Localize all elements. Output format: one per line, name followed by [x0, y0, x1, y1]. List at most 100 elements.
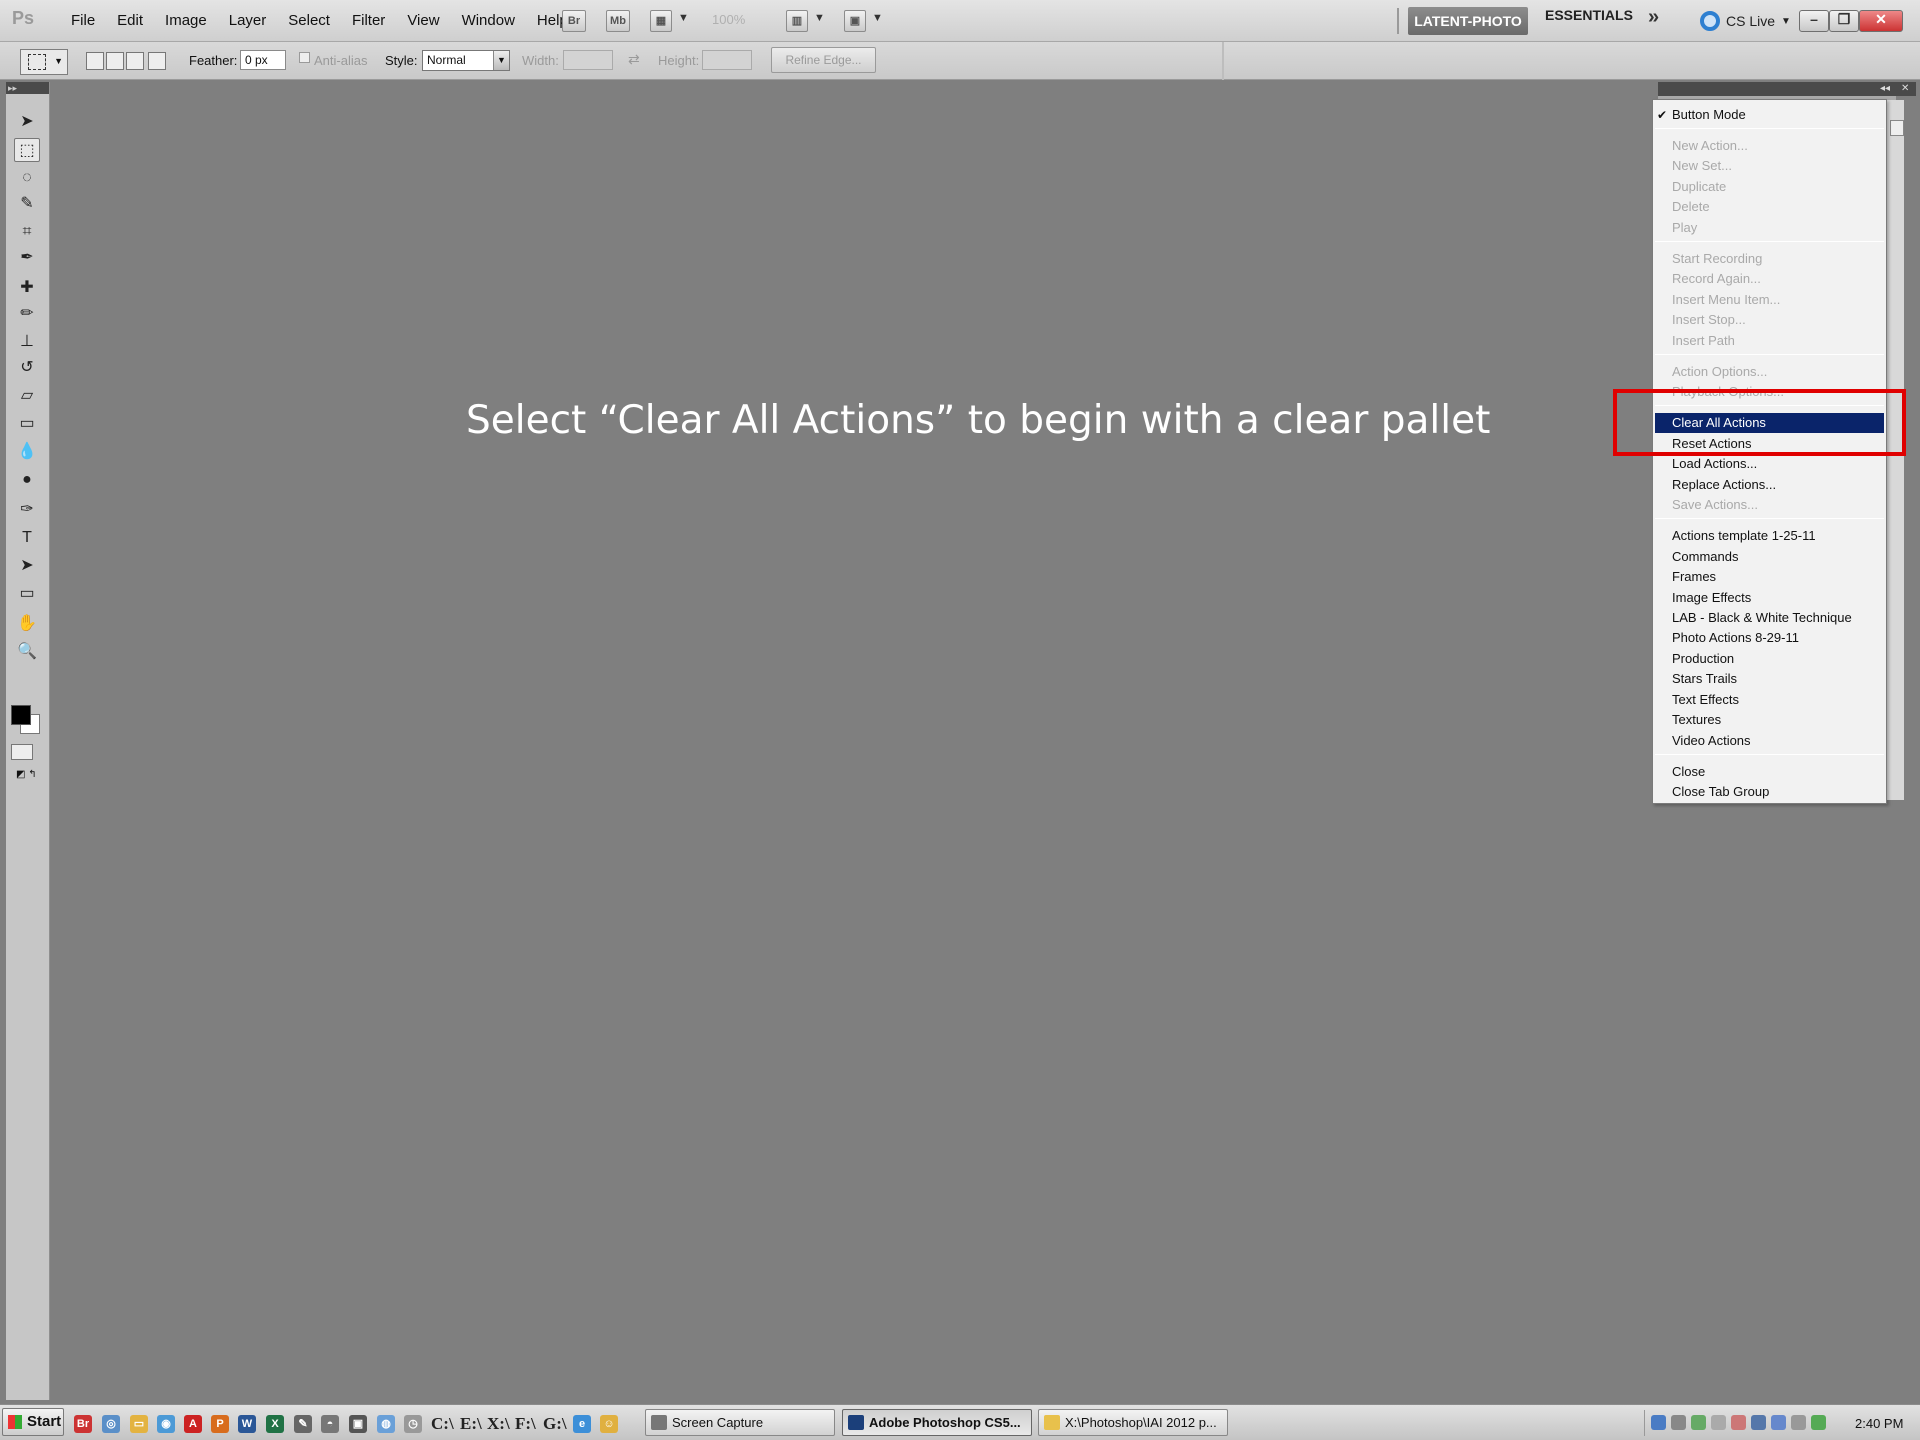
subtract-selection-button[interactable] [126, 52, 144, 70]
menu-duplicate[interactable]: Duplicate [1653, 177, 1886, 197]
style-select[interactable]: Normal ▼ [422, 50, 510, 71]
browser-icon[interactable]: ◉ [157, 1415, 175, 1433]
gradient-tool-icon[interactable]: ▭ [14, 412, 40, 436]
screen-mode-icon[interactable]: ▣ [844, 10, 866, 32]
task-screen-capture[interactable]: Screen Capture [645, 1409, 835, 1436]
drive-x-shortcut[interactable]: X:\ [487, 1414, 510, 1434]
tray-volume-icon[interactable] [1671, 1415, 1686, 1430]
network-icon[interactable]: ◎ [102, 1415, 120, 1433]
quick-mask-icon[interactable] [11, 744, 33, 760]
folder-icon[interactable]: ▭ [130, 1415, 148, 1433]
menu-action-set[interactable]: Video Actions [1653, 731, 1886, 751]
add-to-selection-button[interactable] [106, 52, 124, 70]
chevron-down-icon[interactable]: ▼ [678, 12, 689, 24]
dodge-tool-icon[interactable]: ● [14, 468, 40, 492]
brush-tool-icon[interactable]: ✏ [14, 302, 40, 326]
chevron-down-icon[interactable]: ▼ [872, 12, 883, 24]
quick-selection-tool-icon[interactable]: ✎ [14, 192, 40, 216]
menu-file[interactable]: File [60, 0, 106, 42]
zoom-level[interactable]: 100% [712, 12, 745, 27]
width-field[interactable] [563, 50, 613, 70]
internet-explorer-icon[interactable]: e [573, 1415, 591, 1433]
menu-layer[interactable]: Layer [218, 0, 278, 42]
drive-g-shortcut[interactable]: G:\ [543, 1414, 567, 1434]
menu-insert-stop[interactable]: Insert Stop... [1653, 310, 1886, 330]
globe-icon[interactable]: ◍ [377, 1415, 395, 1433]
intersect-selection-button[interactable] [148, 52, 166, 70]
powerpoint-icon[interactable]: P [211, 1415, 229, 1433]
workspace-essentials-button[interactable]: ESSENTIALS [1545, 7, 1633, 35]
rectangle-shape-tool-icon[interactable]: ▭ [14, 582, 40, 606]
menu-edit[interactable]: Edit [106, 0, 154, 42]
pen-tool-icon[interactable]: ✑ [14, 498, 40, 522]
menu-action-set[interactable]: Actions template 1-25-11 [1653, 526, 1886, 546]
feather-field[interactable]: 0 px [240, 50, 286, 70]
menu-delete[interactable]: Delete [1653, 197, 1886, 217]
tray-device-icon[interactable] [1711, 1415, 1726, 1430]
restore-button[interactable]: ❐ [1829, 10, 1859, 32]
blur-tool-icon[interactable]: 💧 [14, 440, 40, 464]
eyedropper-tool-icon[interactable]: ✒ [14, 246, 40, 270]
menu-new-action[interactable]: New Action... [1653, 136, 1886, 156]
anti-alias-checkbox[interactable] [299, 52, 310, 63]
close-icon[interactable]: ✕ [1901, 82, 1909, 96]
tools-panel-header[interactable]: ▸▸ [6, 82, 49, 94]
menu-window[interactable]: Window [451, 0, 526, 42]
move-tool-icon[interactable]: ➤ [14, 110, 40, 134]
type-tool-icon[interactable]: T [14, 526, 40, 550]
excel-icon[interactable]: X [266, 1415, 284, 1433]
menu-action-set[interactable]: Frames [1653, 567, 1886, 587]
menu-button-mode[interactable]: ✔ Button Mode [1653, 105, 1886, 125]
acrobat-icon[interactable]: A [184, 1415, 202, 1433]
menu-action-set[interactable]: Stars Trails [1653, 669, 1886, 689]
menu-action-set[interactable]: Image Effects [1653, 588, 1886, 608]
menu-new-set[interactable]: New Set... [1653, 156, 1886, 176]
eraser-tool-icon[interactable]: ▱ [14, 384, 40, 408]
menu-close[interactable]: Close [1653, 762, 1886, 782]
menu-insert-path[interactable]: Insert Path [1653, 331, 1886, 351]
word-icon[interactable]: W [238, 1415, 256, 1433]
swap-dimensions-icon[interactable]: ⇄ [628, 51, 640, 68]
camera-icon[interactable]: ▣ [349, 1415, 367, 1433]
tool-launch-icon[interactable]: ✎ [294, 1415, 312, 1433]
tray-antivirus-icon[interactable] [1811, 1415, 1826, 1430]
menu-load-actions[interactable]: Load Actions... [1653, 454, 1886, 474]
close-window-button[interactable]: ✕ [1859, 10, 1903, 32]
disk-icon[interactable]: ◓ [321, 1415, 339, 1433]
clock-icon[interactable]: ◷ [404, 1415, 422, 1433]
menu-play[interactable]: Play [1653, 218, 1886, 238]
tray-display-icon[interactable] [1751, 1415, 1766, 1430]
refine-edge-button[interactable]: Refine Edge... [771, 47, 876, 73]
view-extras-icon[interactable]: ▦ [650, 10, 672, 32]
menu-select[interactable]: Select [277, 0, 341, 42]
zoom-tool-icon[interactable]: 🔍 [14, 640, 40, 664]
bridge-launch-icon[interactable]: Br [74, 1415, 92, 1433]
history-brush-tool-icon[interactable]: ↺ [14, 356, 40, 380]
drive-c-shortcut[interactable]: C:\ [431, 1414, 454, 1434]
collapse-panel-icon[interactable]: ◂◂ [1880, 82, 1890, 96]
task-explorer-folder[interactable]: X:\Photoshop\IAI 2012 p... [1038, 1409, 1228, 1436]
menu-record-again[interactable]: Record Again... [1653, 269, 1886, 289]
tray-update-icon[interactable] [1771, 1415, 1786, 1430]
height-field[interactable] [702, 50, 752, 70]
healing-brush-tool-icon[interactable]: ✚ [14, 276, 40, 300]
tray-sync-icon[interactable] [1791, 1415, 1806, 1430]
menu-insert-menu-item[interactable]: Insert Menu Item... [1653, 290, 1886, 310]
arrange-documents-icon[interactable]: ▥ [786, 10, 808, 32]
menu-action-set[interactable]: Text Effects [1653, 690, 1886, 710]
start-button[interactable]: Start [2, 1408, 64, 1436]
menu-action-set[interactable]: Production [1653, 649, 1886, 669]
menu-action-set[interactable]: Commands [1653, 547, 1886, 567]
menu-close-tab-group[interactable]: Close Tab Group [1653, 782, 1886, 802]
hand-tool-icon[interactable]: ✋ [14, 612, 40, 636]
lasso-tool-icon[interactable]: ◌ [14, 166, 40, 190]
menu-view[interactable]: View [396, 0, 450, 42]
path-selection-tool-icon[interactable]: ➤ [14, 554, 40, 578]
menu-save-actions[interactable]: Save Actions... [1653, 495, 1886, 515]
menu-filter[interactable]: Filter [341, 0, 396, 42]
task-photoshop[interactable]: Adobe Photoshop CS5... [842, 1409, 1032, 1436]
crop-tool-icon[interactable]: ⌗ [14, 220, 40, 244]
default-colors-icon[interactable]: ◩ ↰ [16, 769, 37, 780]
menu-action-set[interactable]: Photo Actions 8-29-11 [1653, 628, 1886, 648]
minimize-button[interactable]: – [1799, 10, 1829, 32]
